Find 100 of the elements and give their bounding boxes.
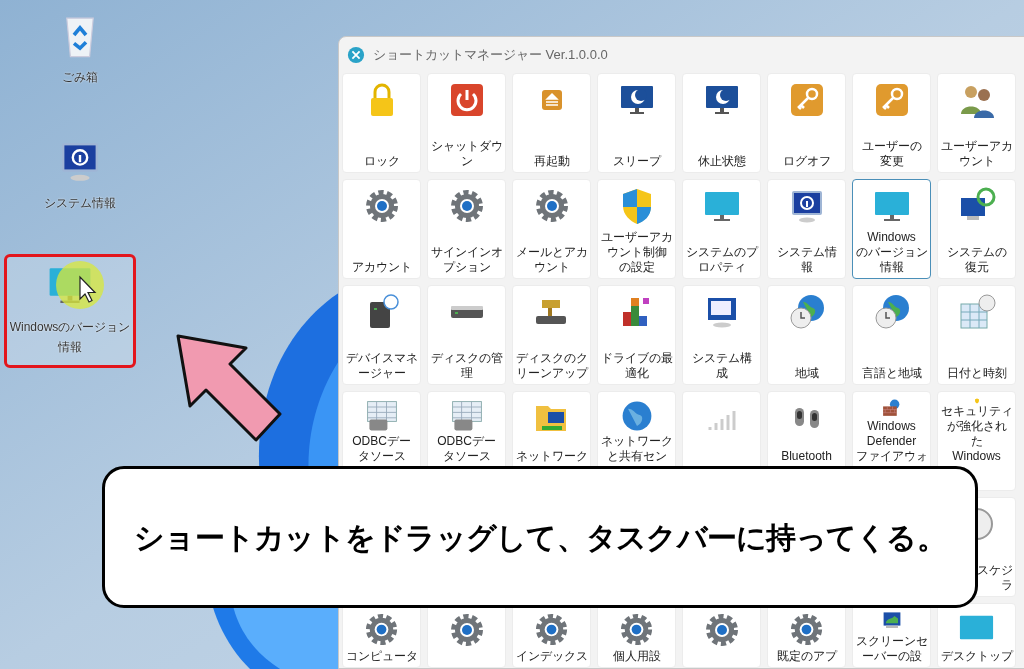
shortcut-tile[interactable]: ロック xyxy=(342,73,421,173)
tile-label: ウント制御 xyxy=(606,245,667,260)
tile-label: システム構 xyxy=(691,351,752,366)
tile-label: ロック xyxy=(363,154,400,169)
tile-label: Windows xyxy=(867,230,916,245)
tile-label: プション xyxy=(442,260,491,275)
app-icon xyxy=(347,46,365,64)
shortcut-tile[interactable]: Windows のバージョン 情報 xyxy=(852,179,931,279)
tile-label: ディスクのク xyxy=(515,351,588,366)
tile-label: ユーザーアカ xyxy=(940,139,1013,154)
shield-icon xyxy=(973,398,980,404)
tile-label: デバイスマネ xyxy=(345,351,418,366)
shortcut-tile[interactable]: ログオフ xyxy=(767,73,846,173)
tile-label: Bluetooth xyxy=(781,449,832,464)
shortcut-tile[interactable]: システムのプ ロパティ xyxy=(682,179,761,279)
tile-label: コンピュータ xyxy=(345,649,418,664)
shortcut-tile[interactable]: アカウント xyxy=(342,179,421,279)
tile-label: と共有セン xyxy=(606,449,667,464)
shortcut-tile[interactable]: ユーザーの 変更 xyxy=(852,73,931,173)
tile-label: 地域 xyxy=(794,366,819,381)
tile-label: 成 xyxy=(715,366,728,381)
shortcut-tile[interactable]: 日付と時刻 xyxy=(937,285,1016,385)
tile-label: スリープ xyxy=(612,154,661,169)
tile-label: ドライブの最 xyxy=(600,351,673,366)
tile-label: の設定 xyxy=(618,260,655,275)
tile-label: タソース xyxy=(442,449,491,464)
tile-label: ネットワーク xyxy=(600,434,673,449)
tile-label: ユーザーアカ xyxy=(600,230,673,245)
tile-label: 情報 xyxy=(879,260,904,275)
tile-label: 既定のアプ xyxy=(776,649,837,664)
shortcut-tile[interactable]: 地域 xyxy=(767,285,846,385)
tile-label: セキュリティ xyxy=(940,404,1013,419)
tile-label: ディスクの管 xyxy=(430,351,503,366)
tile-label: ファイアウォ xyxy=(855,449,928,464)
tile-label: 変更 xyxy=(879,154,904,169)
shortcut-tile[interactable]: ユーザーアカ ウント制御 の設定 xyxy=(597,179,676,279)
tile-label: ログオフ xyxy=(782,154,831,169)
tile-label: ラ xyxy=(1001,578,1014,593)
shortcut-tile[interactable]: ドライブの最 適化 xyxy=(597,285,676,385)
tile-label: た xyxy=(970,434,983,449)
shortcut-tile[interactable]: デスクトップ xyxy=(937,603,1016,668)
tile-label: 報 xyxy=(800,260,813,275)
tile-label: 理 xyxy=(460,366,473,381)
desktop-icon-label: システム情報 xyxy=(44,195,116,212)
desktop-shortcut[interactable]: Windowsのバージョン 情報 xyxy=(4,254,136,368)
shortcut-tile[interactable]: ディスクの管 理 xyxy=(427,285,506,385)
caption-text: ショートカットをドラッグして、タスクバーに持ってくる。 xyxy=(134,519,946,556)
desktop-shortcut[interactable]: ごみ箱 xyxy=(14,4,146,90)
tile-label: リーンアップ xyxy=(515,366,588,381)
shortcut-tile[interactable]: デバイスマネ ージャー xyxy=(342,285,421,385)
shortcut-tile[interactable]: システム情 報 xyxy=(767,179,846,279)
tile-label: 復元 xyxy=(964,260,989,275)
tile-label: ネットワーク xyxy=(515,449,588,464)
shortcut-tile[interactable]: システム構 成 xyxy=(682,285,761,385)
shortcut-tile[interactable]: シャットダウ ン xyxy=(427,73,506,173)
shortcut-tile[interactable]: システムの 復元 xyxy=(937,179,1016,279)
tile-label: インデックス xyxy=(515,649,588,664)
shortcut-tile[interactable]: メールとアカ ウント xyxy=(512,179,591,279)
tile-label: Windows xyxy=(952,449,1001,464)
tile-label: Windows xyxy=(867,419,916,434)
tile-label: ユーザーの xyxy=(861,139,922,154)
tile-label: ージャー xyxy=(357,366,406,381)
tile-label: Defender xyxy=(866,434,917,449)
shortcut-tile[interactable]: ディスクのク リーンアップ xyxy=(512,285,591,385)
desktop-shortcut[interactable]: システム情報 xyxy=(14,130,146,216)
tile-label: シャットダウ xyxy=(430,139,503,154)
tile-label: ウント xyxy=(958,154,995,169)
tile-label: ODBCデー xyxy=(352,434,411,449)
tile-label: システム情 xyxy=(776,245,837,260)
tile-label: のバージョン xyxy=(855,245,928,260)
tile-label: 再起動 xyxy=(533,154,570,169)
shortcut-tile[interactable]: スリープ xyxy=(597,73,676,173)
shortcut-tile[interactable]: 休止状態 xyxy=(682,73,761,173)
tile-label: スケジ xyxy=(977,563,1014,578)
tile-label: サインインオ xyxy=(430,245,503,260)
tile-label: 適化 xyxy=(624,366,649,381)
tile-label: ODBCデー xyxy=(437,434,496,449)
shortcut-tile[interactable]: ユーザーアカ ウント xyxy=(937,73,1016,173)
tile-label: アカウント xyxy=(351,260,412,275)
tile-label: システムの xyxy=(946,245,1007,260)
tile-label: ン xyxy=(460,154,473,169)
desktop-icon-label: ごみ箱 xyxy=(62,69,98,86)
tile-label: メールとアカ xyxy=(515,245,588,260)
tile-label: 休止状態 xyxy=(697,154,746,169)
tile-label: タソース xyxy=(357,449,406,464)
tile-label: ーバーの設 xyxy=(861,649,922,664)
shortcut-tile[interactable]: サインインオ プション xyxy=(427,179,506,279)
tile-label: スクリーンセ xyxy=(855,634,928,649)
shortcut-tile[interactable]: 言語と地域 xyxy=(852,285,931,385)
tile-label: 言語と地域 xyxy=(861,366,922,381)
shortcut-tile[interactable]: 再起動 xyxy=(512,73,591,173)
tile-label: ウント xyxy=(533,260,570,275)
tile-label: 日付と時刻 xyxy=(946,366,1007,381)
tile-label: デスクトップ xyxy=(940,649,1013,664)
desktop-icon-label: 情報 xyxy=(58,339,82,356)
desktop-icon-label: Windowsのバージョン xyxy=(9,319,131,336)
tile-label: 個人用設 xyxy=(612,649,661,664)
tile-label: システムのプ xyxy=(685,245,758,260)
tile-label: ロパティ xyxy=(697,260,746,275)
tile-label: が強化され xyxy=(946,419,1007,434)
